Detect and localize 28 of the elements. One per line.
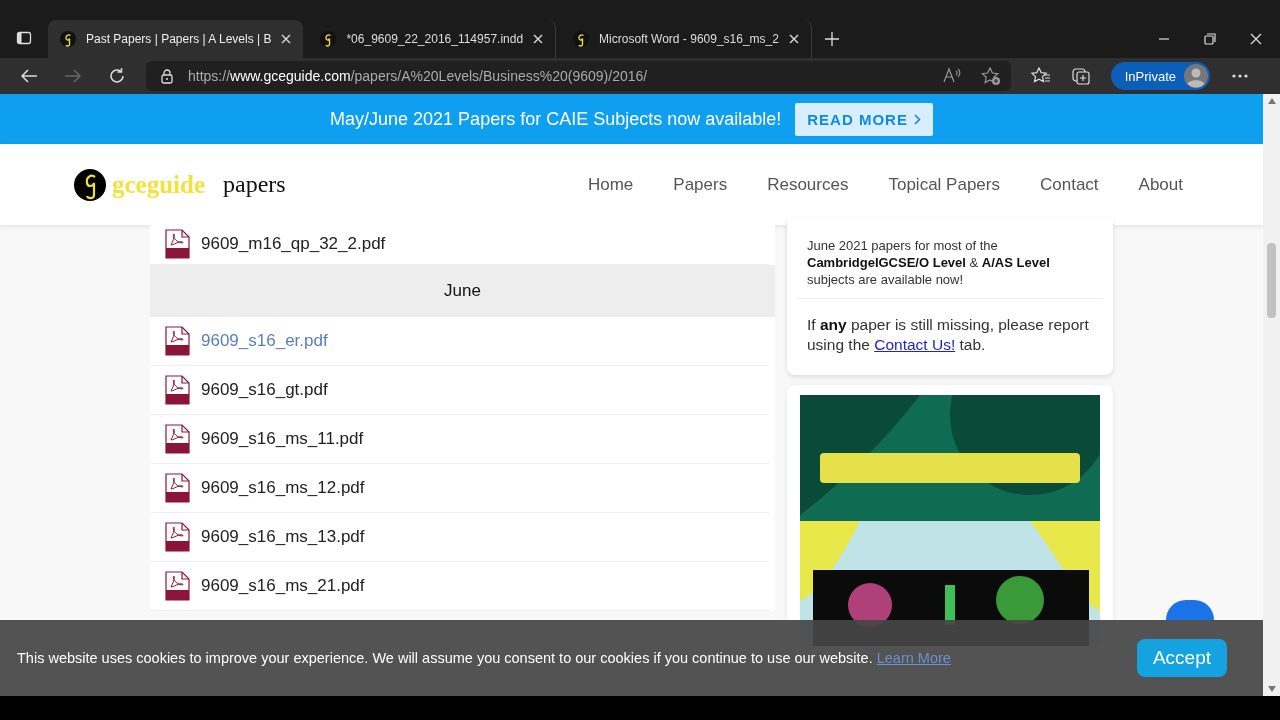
nav-link[interactable]: About <box>1138 174 1183 195</box>
contact-link[interactable]: Contact Us! <box>874 336 956 353</box>
file-link[interactable]: 9609_s16_ms_21.pdf <box>201 576 365 596</box>
banner-text: May/June 2021 Papers for CAIE Subjects now available! <box>330 108 782 130</box>
file-link[interactable]: 9609_s16_ms_12.pdf <box>201 478 365 498</box>
nav-link[interactable]: Home <box>587 174 634 195</box>
file-link[interactable]: 9609_m16_qp_32_2.pdf <box>201 233 386 254</box>
browser-tab[interactable]: Past Papers | Papers | A Levels | B <box>48 20 304 58</box>
logo[interactable]: gceguide papers <box>74 168 286 201</box>
missing-paper-text: If any paper is still missing, please report using the Contact Us! tab. <box>807 315 1090 355</box>
file-link[interactable]: 9609_s16_er.pdf <box>201 331 328 351</box>
tab-title: *06_9609_22_2016_114957.indd <box>346 32 524 46</box>
address-bar[interactable]: https://www.gceguide.com/papers/A%20Levels/Business%20(9609)/2016/ <box>146 61 1011 91</box>
nav-link[interactable]: Resources <box>767 174 849 195</box>
file-link[interactable]: 9609_s16_gt.pdf <box>201 380 328 400</box>
inprivate-label: InPrivate <box>1124 68 1176 84</box>
nav-link[interactable]: Contact <box>1039 174 1099 195</box>
notice-text: June 2021 papers for most of the CambridgeIGCSE/O Level & A/AS Level subjects are available now! <box>807 237 1051 288</box>
inprivate-button[interactable]: InPrivate <box>1110 62 1210 90</box>
tab-title: Past Papers | Papers | A Levels | B <box>86 32 272 46</box>
month-heading: June <box>150 265 775 317</box>
cookie-text: This website uses cookies to improve your experience. We will assume you consent to our cookies if you continue to use our website. Learn More <box>17 650 951 666</box>
url-text: https://www.gceguide.com/papers/A%20Levels/Business%20(9609)/2016/ <box>188 68 648 84</box>
tab-title: Microsoft Word - 9609_s16_ms_2 <box>599 32 779 46</box>
nav-link[interactable]: Papers <box>673 174 728 195</box>
nav-link[interactable]: Topical Papers <box>888 174 1000 195</box>
file-link[interactable]: 9609_s16_ms_13.pdf <box>201 527 365 547</box>
file-link[interactable]: 9609_s16_ms_11.pdf <box>201 429 364 449</box>
